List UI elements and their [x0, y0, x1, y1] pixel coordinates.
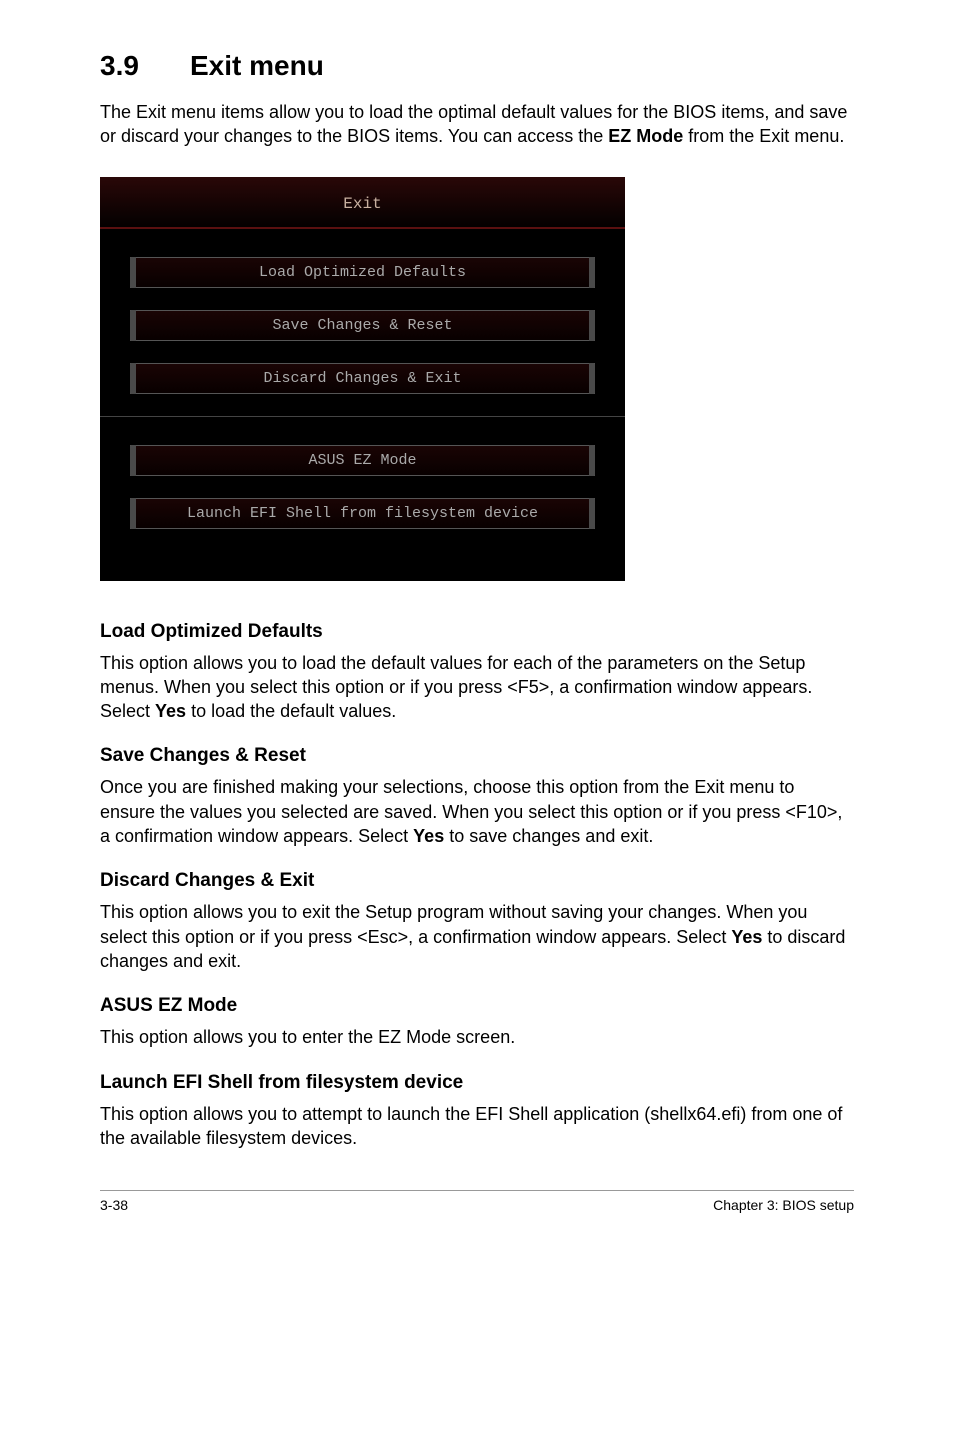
asus-ez-mode-button[interactable]: ASUS EZ Mode	[130, 445, 595, 476]
body-launch-efi: This option allows you to attempt to lau…	[100, 1102, 854, 1151]
bios-body: Load Optimized Defaults Save Changes & R…	[100, 229, 625, 529]
body-load-optimized-post: to load the default values.	[186, 701, 396, 721]
page-number: 3-38	[100, 1197, 128, 1213]
subhead-load-optimized: Load Optimized Defaults	[100, 621, 854, 643]
body-save-changes-bold: Yes	[413, 826, 444, 846]
subhead-save-changes: Save Changes & Reset	[100, 745, 854, 767]
bios-exit-screenshot: Exit Load Optimized Defaults Save Change…	[100, 177, 625, 581]
subhead-ez-mode: ASUS EZ Mode	[100, 995, 854, 1017]
intro-paragraph: The Exit menu items allow you to load th…	[100, 100, 854, 149]
body-ez-mode: This option allows you to enter the EZ M…	[100, 1025, 854, 1049]
intro-post: from the Exit menu.	[683, 126, 844, 146]
body-save-changes: Once you are finished making your select…	[100, 775, 854, 848]
intro-bold: EZ Mode	[608, 126, 683, 146]
discard-changes-exit-button[interactable]: Discard Changes & Exit	[130, 363, 595, 394]
load-optimized-defaults-button[interactable]: Load Optimized Defaults	[130, 257, 595, 288]
body-load-optimized-bold: Yes	[155, 701, 186, 721]
body-discard-changes-pre: This option allows you to exit the Setup…	[100, 902, 807, 946]
chapter-label: Chapter 3: BIOS setup	[713, 1197, 854, 1213]
body-load-optimized: This option allows you to load the defau…	[100, 651, 854, 724]
body-save-changes-post: to save changes and exit.	[444, 826, 653, 846]
section-title-text: Exit menu	[190, 50, 324, 81]
section-heading: 3.9Exit menu	[100, 50, 854, 82]
bios-window-title: Exit	[100, 177, 625, 229]
body-discard-changes-bold: Yes	[731, 927, 762, 947]
section-number: 3.9	[100, 50, 190, 82]
bios-divider	[100, 416, 625, 417]
save-changes-reset-button[interactable]: Save Changes & Reset	[130, 310, 595, 341]
subhead-discard-changes: Discard Changes & Exit	[100, 870, 854, 892]
body-discard-changes: This option allows you to exit the Setup…	[100, 900, 854, 973]
page-footer: 3-38 Chapter 3: BIOS setup	[100, 1190, 854, 1213]
launch-efi-shell-button[interactable]: Launch EFI Shell from filesystem device	[130, 498, 595, 529]
subhead-launch-efi: Launch EFI Shell from filesystem device	[100, 1072, 854, 1094]
